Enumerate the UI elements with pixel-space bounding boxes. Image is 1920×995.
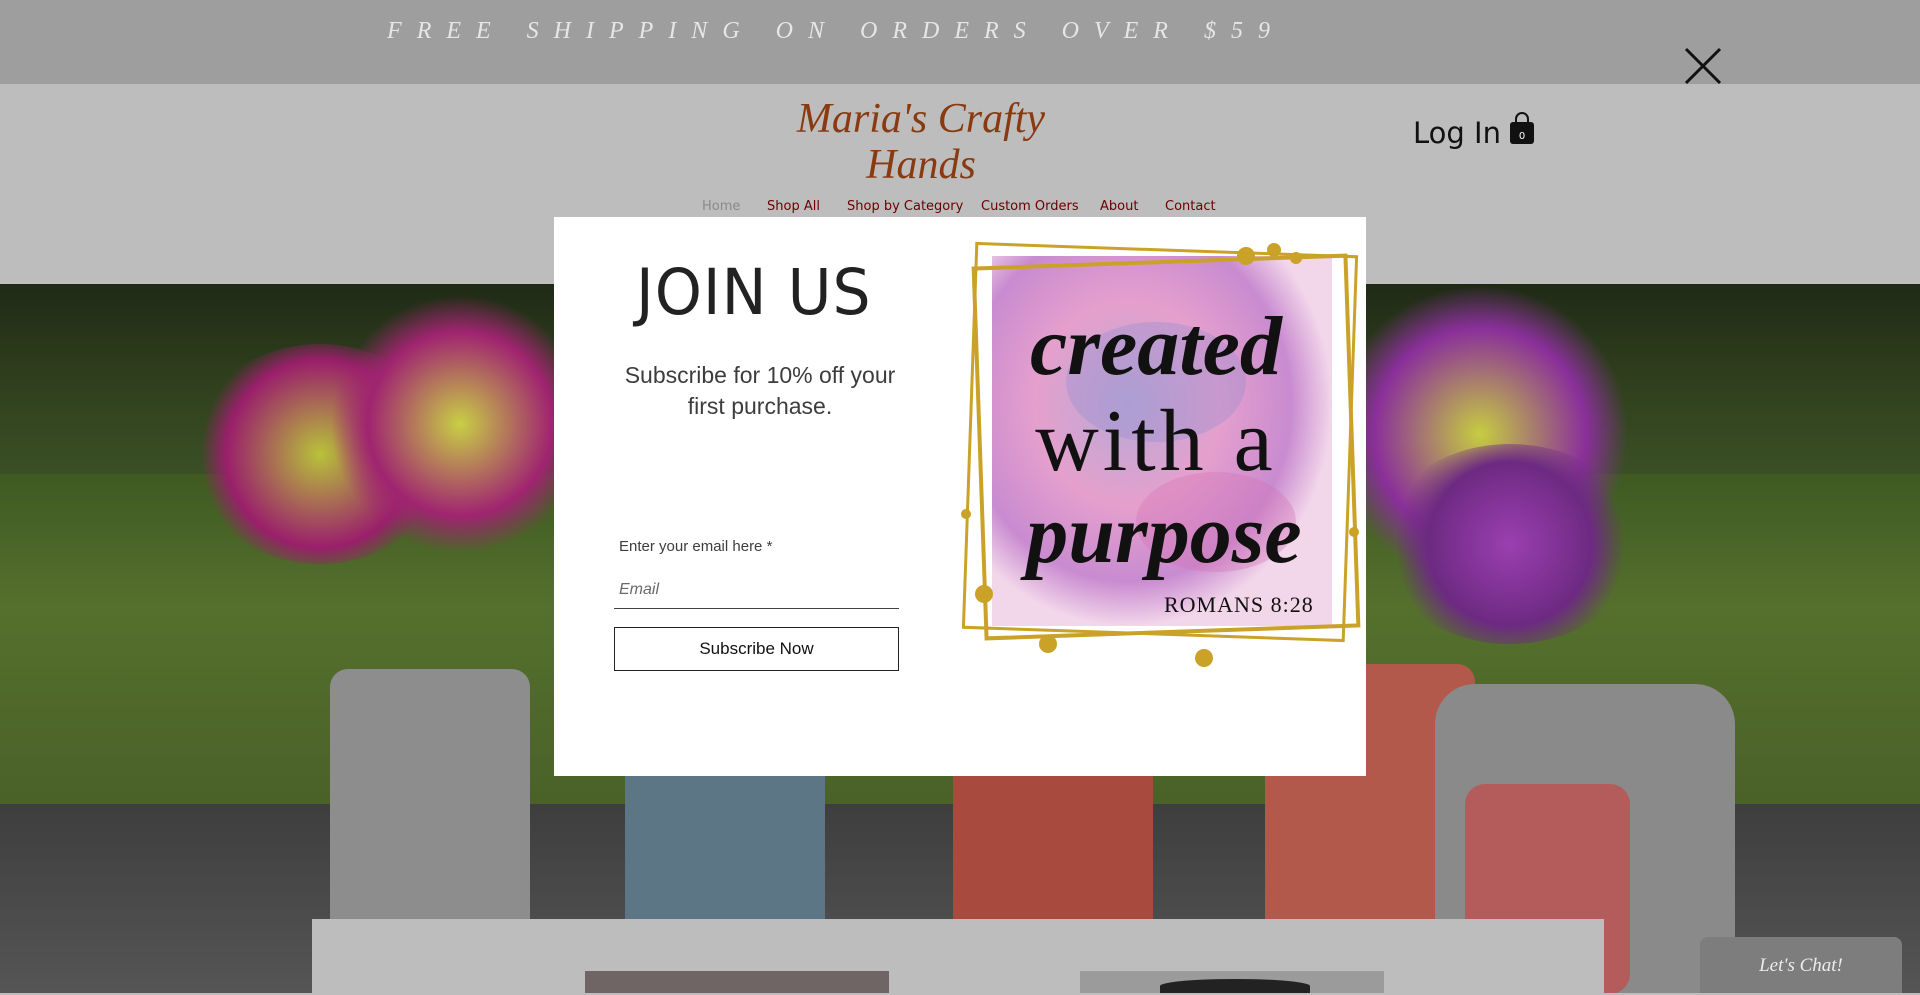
nav-item-home[interactable]: Home [702,199,740,214]
login-link[interactable]: Log In [1413,116,1501,150]
art-text-line2: with a [1035,393,1277,490]
main-nav: Home Shop All Shop by Category Custom Or… [0,199,1920,217]
chat-button[interactable]: Let's Chat! [1700,937,1902,993]
site-logo[interactable]: Maria's Crafty Hands [795,88,1047,188]
content-section [312,919,1604,993]
shopping-bag-icon: 0 [1510,112,1534,144]
announcement-bar: FREE SHIPPING ON ORDERS OVER $59 [0,0,1920,84]
nav-item-custom-orders[interactable]: Custom Orders [981,199,1079,214]
nav-item-shop-all[interactable]: Shop All [767,199,820,214]
nav-item-about[interactable]: About [1100,199,1138,214]
email-field[interactable] [614,571,899,609]
popup-title: JOIN US [636,256,872,330]
close-icon [1684,47,1722,85]
subscribe-button[interactable]: Subscribe Now [614,627,899,671]
cart-button[interactable]: 0 [1509,112,1535,146]
email-field-label: Enter your email here * [619,538,773,555]
product-thumbnail[interactable] [585,971,889,993]
logo-wordmark: Maria's Crafty Hands [796,96,1046,188]
art-text-line3: purpose [1020,488,1301,581]
svg-text:Hands: Hands [865,142,976,188]
art-verse: ROMANS 8:28 [1164,592,1314,617]
popup-subtitle: Subscribe for 10% off your first purchas… [624,362,896,419]
product-thumbnail[interactable] [1080,971,1384,993]
flower-bouquet [330,294,590,554]
close-popup-button[interactable] [1684,47,1722,85]
announcement-text: FREE SHIPPING ON ORDERS OVER $59 [387,18,1285,44]
nav-item-shop-by-category[interactable]: Shop by Category [847,199,963,214]
flower-bouquet [1380,444,1640,644]
svg-text:Maria's Crafty: Maria's Crafty [796,96,1046,142]
nav-item-contact[interactable]: Contact [1165,199,1216,214]
cart-count: 0 [1519,131,1525,142]
art-text-line1: created [1030,300,1284,393]
